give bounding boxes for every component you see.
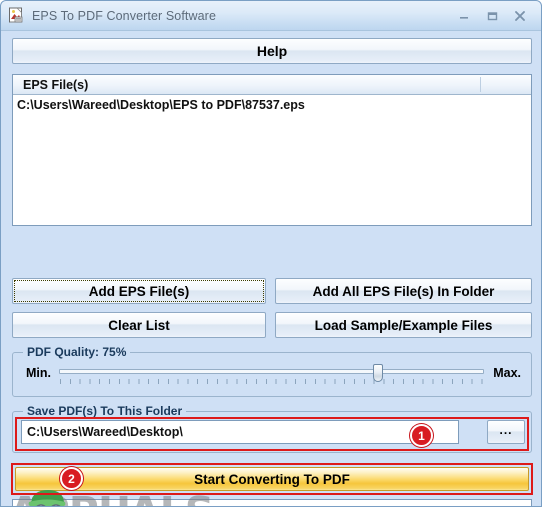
add-all-eps-in-folder-button[interactable]: Add All EPS File(s) In Folder bbox=[275, 278, 532, 304]
save-folder-title: Save PDF(s) To This Folder bbox=[23, 404, 187, 418]
application-window: EPS To PDF Converter Software Help EPS F… bbox=[0, 0, 542, 507]
eps-column-header[interactable]: EPS File(s) bbox=[13, 78, 88, 92]
add-eps-files-button[interactable]: Add EPS File(s) bbox=[12, 278, 266, 304]
slider-groove[interactable] bbox=[59, 369, 484, 374]
slider-max-label: Max. bbox=[493, 366, 521, 380]
column-divider[interactable] bbox=[480, 77, 481, 92]
save-folder-group: Save PDF(s) To This Folder C:\Users\Ware… bbox=[12, 404, 532, 453]
title-bar: EPS To PDF Converter Software bbox=[1, 1, 541, 31]
slider-thumb[interactable] bbox=[372, 364, 383, 382]
minimize-icon[interactable] bbox=[451, 5, 477, 27]
start-converting-button[interactable]: Start Converting To PDF bbox=[15, 467, 529, 491]
close-icon[interactable] bbox=[507, 5, 533, 27]
progress-bar: Progress Bar wsxdn.com bbox=[12, 499, 532, 506]
client-area: Help EPS File(s) C:\Users\Wareed\Desktop… bbox=[1, 31, 541, 506]
output-folder-input[interactable]: C:\Users\Wareed\Desktop\ bbox=[21, 420, 459, 444]
clear-list-button[interactable]: Clear List bbox=[12, 312, 266, 338]
slider-min-label: Min. bbox=[26, 366, 51, 380]
window-title: EPS To PDF Converter Software bbox=[32, 8, 216, 23]
help-button[interactable]: Help bbox=[12, 38, 532, 64]
browse-folder-button[interactable]: ... bbox=[487, 420, 525, 444]
annotation-badge-2: 2 bbox=[60, 467, 83, 490]
quality-slider[interactable] bbox=[59, 364, 484, 389]
quality-slider-row: Min. Max. bbox=[13, 353, 531, 396]
load-sample-files-button[interactable]: Load Sample/Example Files bbox=[275, 312, 532, 338]
eps-list-body: C:\Users\Wareed\Desktop\EPS to PDF\87537… bbox=[13, 95, 531, 113]
window-controls bbox=[451, 5, 533, 27]
maximize-icon[interactable] bbox=[479, 5, 505, 27]
annotation-badge-1: 1 bbox=[410, 424, 433, 447]
eps-file-list[interactable]: EPS File(s) C:\Users\Wareed\Desktop\EPS … bbox=[12, 74, 532, 226]
eps-document-icon bbox=[8, 7, 25, 24]
list-item[interactable]: C:\Users\Wareed\Desktop\EPS to PDF\87537… bbox=[17, 97, 531, 113]
pdf-quality-group: PDF Quality: 75% Min. Max. bbox=[12, 345, 532, 397]
slider-ticks bbox=[60, 379, 483, 384]
eps-list-header: EPS File(s) bbox=[13, 75, 531, 95]
